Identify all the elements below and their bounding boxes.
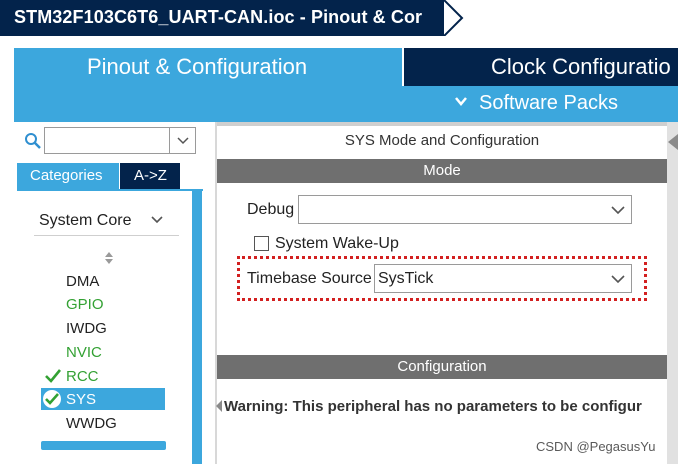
mode-section-header[interactable]: Mode [217,159,667,183]
group-system-core[interactable]: System Core [39,212,131,230]
tab-clock-label: Clock Configuratio [491,54,671,79]
watermark: CSDN @PegasusYu [536,439,656,454]
main-tab-strip: Pinout & Configuration Clock Configurati… [0,36,678,86]
title-bar: STM32F103C6T6_UART-CAN.ioc - Pinout & Co… [0,0,678,36]
system-wakeup-label: System Wake-Up [275,235,399,252]
check-icon [45,369,61,383]
collapse-arrow-icon[interactable] [668,134,678,160]
window-title: STM32F103C6T6_UART-CAN.ioc - Pinout & Co… [14,7,423,27]
group-divider [34,235,179,236]
vertical-scrollbar[interactable] [192,191,202,464]
software-packs-button[interactable]: Software Packs [479,92,618,115]
list-item-iwdg[interactable]: IWDG [66,320,107,337]
mode-heading: SYS Mode and Configuration [344,132,540,149]
list-item-rcc[interactable]: RCC [66,368,99,385]
mode-section-label: Mode [423,162,461,179]
panel-splitter[interactable] [667,122,678,464]
timebase-source-select[interactable]: SysTick [374,264,632,293]
debug-select[interactable] [298,195,632,224]
list-item-gpio[interactable]: GPIO [66,296,104,313]
file-tab[interactable]: STM32F103C6T6_UART-CAN.ioc - Pinout & Co… [0,0,444,36]
horizontal-scrollbar[interactable] [41,441,166,450]
categories-panel: Categories A->Z System Core DMA GPIO IWD… [14,122,210,464]
timebase-source-label: Timebase Source [247,270,372,287]
breadcrumb-arrow-icon [444,0,464,36]
chevron-down-icon[interactable] [611,205,625,215]
list-item-nvic[interactable]: NVIC [66,344,102,361]
search-combobox[interactable] [44,127,196,154]
configuration-section-header[interactable]: Configuration [217,355,667,379]
list-item-dma[interactable]: DMA [66,273,99,290]
search-divider [169,128,170,153]
tab-categories-label: Categories [30,167,103,184]
tab-categories[interactable]: Categories [17,163,119,189]
timebase-source-value: SysTick [378,270,434,287]
chevron-down-icon[interactable] [611,274,625,284]
list-item-wwdg[interactable]: WWDG [66,415,117,432]
debug-label: Debug [247,201,295,218]
chevron-down-icon[interactable] [150,214,164,226]
tab-a-to-z-label: A->Z [134,167,167,184]
scroll-left-icon[interactable] [216,400,222,412]
system-wakeup-checkbox[interactable] [254,236,269,251]
software-packs-bar: Software Packs [14,86,678,122]
panel-top-border [217,122,667,126]
tab-pinout-label: Pinout & Configuration [87,54,308,79]
tab-clock-configuration[interactable]: Clock Configuratio [404,48,678,86]
chevron-down-icon[interactable] [177,134,189,146]
tab-a-to-z[interactable]: A->Z [120,163,180,189]
sort-icon[interactable] [104,252,114,264]
configuration-section-label: Configuration [397,358,487,375]
tab-pinout-configuration[interactable]: Pinout & Configuration [14,48,402,86]
warning-message: Warning: This peripheral has no paramete… [224,398,642,415]
search-icon[interactable] [24,132,42,150]
list-item-sys[interactable]: SYS [66,391,96,408]
chevron-down-icon[interactable] [454,94,468,108]
check-circle-icon [43,390,61,408]
